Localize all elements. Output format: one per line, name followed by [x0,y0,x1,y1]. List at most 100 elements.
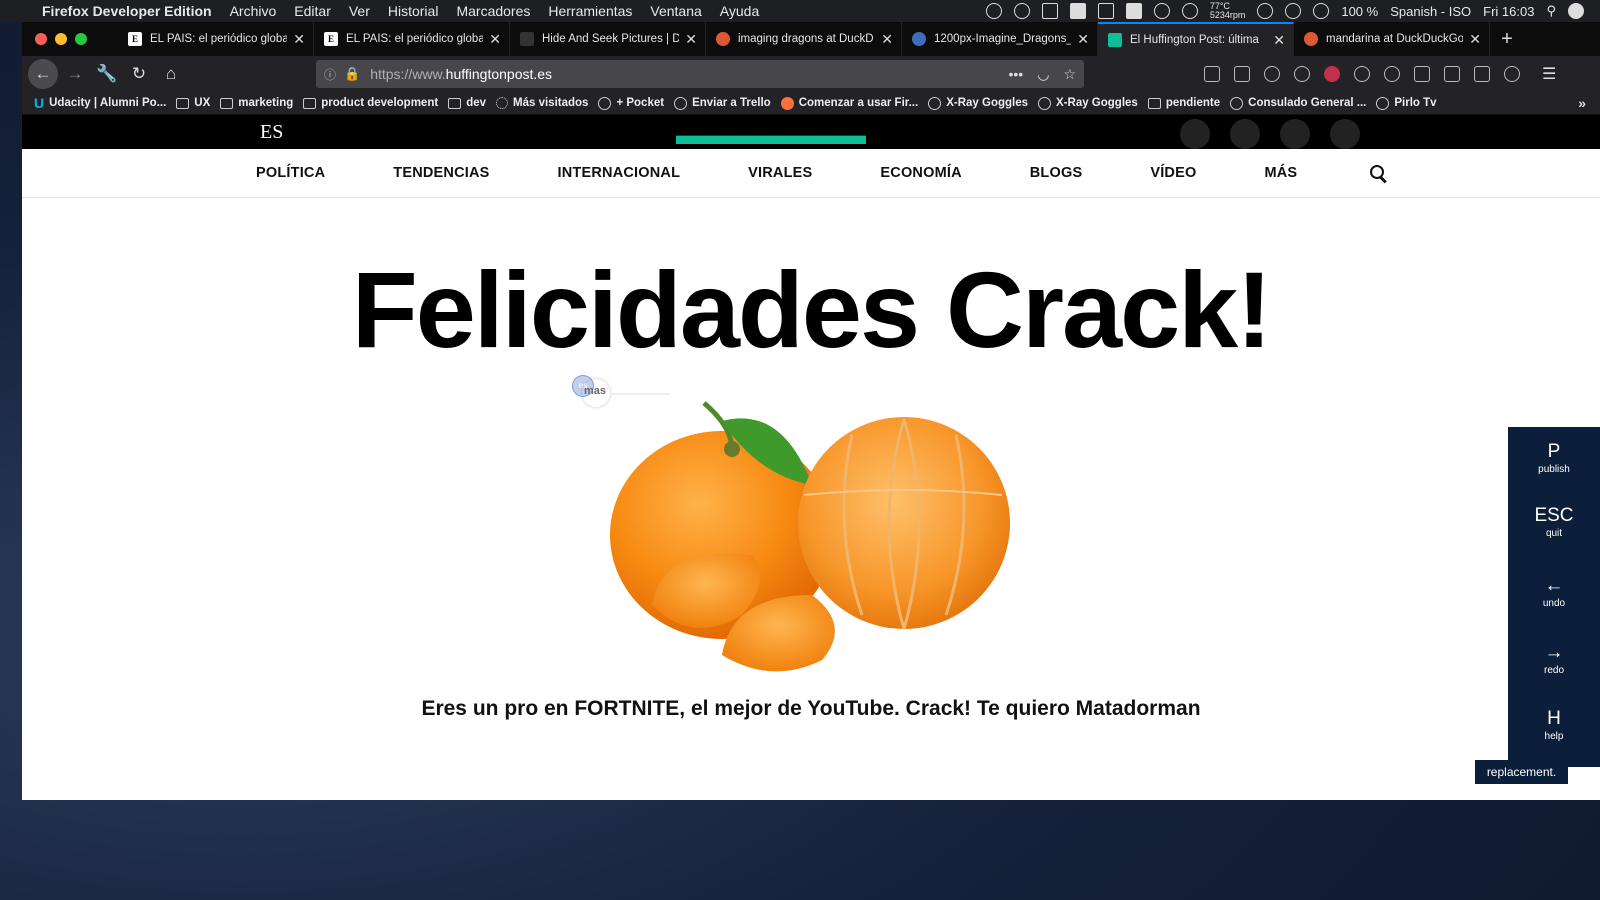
bookmark-trello[interactable]: Enviar a Trello [674,96,771,110]
close-tab-icon[interactable]: ✕ [685,31,697,48]
tab-huffpost[interactable]: El Huffington Post: última ✕ [1098,22,1294,56]
bookmark-folder-pendiente[interactable]: pendiente [1147,97,1220,109]
input-source[interactable]: Spanish - ISO [1390,4,1471,19]
search-icon[interactable] [1367,162,1389,184]
close-window-button[interactable] [35,33,47,45]
nav-tendencias[interactable]: TENDENCIAS [393,165,489,181]
bookmark-mas-visitados[interactable]: Más visitados [496,97,588,109]
layers-extension-icon[interactable] [1414,66,1430,82]
replacement-badge[interactable]: replacement. [1475,760,1568,784]
temperature-readout[interactable]: 77°C 5234rpm [1210,2,1246,20]
nav-internacional[interactable]: INTERNACIONAL [558,165,681,181]
airplay-icon[interactable] [1181,3,1198,19]
vue-devtools-icon[interactable] [1444,66,1460,82]
close-tab-icon[interactable]: ✕ [489,31,501,48]
status-white-icon[interactable] [1125,3,1142,19]
bookmark-folder-ux[interactable]: UX [176,97,210,109]
bookmark-pirlo-tv[interactable]: Pirlo Tv [1376,96,1437,110]
status-triangle-icon[interactable] [1153,3,1170,19]
tab-wiki-image[interactable]: 1200px-Imagine_Dragons_ ✕ [902,22,1098,56]
menu-editar[interactable]: Editar [294,3,331,19]
extension-icon[interactable] [1354,66,1370,82]
library-icon[interactable] [1204,66,1220,82]
siri-icon[interactable] [1568,3,1584,19]
edition-label[interactable]: ES [260,121,283,144]
dropbox-icon[interactable] [1041,3,1058,19]
wifi-icon[interactable] [1313,3,1330,19]
share-icon[interactable] [1330,119,1360,149]
bookmark-xray-2[interactable]: X-Ray Goggles [1038,96,1138,110]
minimize-window-button[interactable] [55,33,67,45]
menu-historial[interactable]: Historial [388,3,439,19]
back-button[interactable]: ← [28,59,58,89]
bookmarks-overflow-icon[interactable]: » [1578,95,1600,111]
close-tab-icon[interactable]: ✕ [1077,31,1089,48]
lock-icon[interactable]: 🔒 [344,66,360,82]
tab-ddg-mandarina[interactable]: mandarina at DuckDuckGo ✕ [1294,22,1490,56]
close-tab-icon[interactable]: ✕ [293,31,305,48]
menu-hamburger-icon[interactable]: ☰ [1542,64,1556,84]
timer-extension-icon[interactable] [1264,66,1280,82]
menu-herramientas[interactable]: Herramientas [548,3,632,19]
bookmark-star-icon[interactable]: ☆ [1063,66,1076,83]
skype-icon[interactable] [1257,3,1274,19]
status-cloud-icon[interactable] [1013,3,1030,19]
react-devtools-icon[interactable] [1384,66,1400,82]
tab-ddg-imaging-dragons[interactable]: imaging dragons at DuckD ✕ [706,22,902,56]
zoom-window-button[interactable] [75,33,87,45]
nav-economia[interactable]: ECONOMÍA [880,165,961,181]
menu-archivo[interactable]: Archivo [230,3,277,19]
menu-ver[interactable]: Ver [349,3,370,19]
close-tab-icon[interactable]: ✕ [1273,32,1285,49]
close-tab-icon[interactable]: ✕ [1469,31,1481,48]
extension-icon[interactable] [1474,66,1490,82]
status-app-icon[interactable] [985,3,1002,19]
sidebar-icon[interactable] [1234,66,1250,82]
app-name[interactable]: Firefox Developer Edition [42,3,212,19]
clock[interactable]: Fri 16:03 [1483,4,1534,19]
nav-politica[interactable]: POLÍTICA [256,165,325,181]
extension-icon[interactable] [1504,66,1520,82]
publish-button[interactable]: P publish [1508,441,1600,477]
bookmark-xray-1[interactable]: X-Ray Goggles [928,96,1028,110]
tab-elpais-2[interactable]: E EL PAÍS: el periódico global ✕ [314,22,510,56]
nav-virales[interactable]: VIRALES [748,165,812,181]
facebook-icon[interactable] [1180,119,1210,149]
menu-ventana[interactable]: Ventana [650,3,701,19]
menu-marcadores[interactable]: Marcadores [456,3,530,19]
quit-button[interactable]: ESC quit [1508,505,1600,541]
bluetooth-icon[interactable] [1285,3,1302,19]
undo-button[interactable]: ← undo [1508,575,1600,611]
home-button[interactable]: ⌂ [156,59,186,89]
spotlight-search-icon[interactable]: ⚲ [1546,3,1556,19]
record-extension-icon[interactable] [1324,66,1340,82]
menu-ayuda[interactable]: Ayuda [720,3,759,19]
nav-blogs[interactable]: BLOGS [1030,165,1083,181]
url-bar[interactable]: ⓘ 🔒 https://www. huffingtonpost.es ••• ◡ … [316,60,1084,88]
bookmark-pocket[interactable]: + Pocket [598,96,664,110]
reload-button[interactable]: ↻ [124,59,154,89]
forward-button[interactable]: → [60,59,90,89]
bookmark-folder-product-development[interactable]: product development [303,97,438,109]
nav-video[interactable]: VÍDEO [1150,165,1196,181]
instagram-icon[interactable] [1280,119,1310,149]
bookmark-folder-dev[interactable]: dev [448,97,486,109]
new-tab-button[interactable]: + [1490,22,1524,56]
status-s-icon[interactable] [1097,3,1114,19]
page-actions-icon[interactable]: ••• [1009,66,1024,83]
huffpost-logo[interactable]: ▬▬▬▬▬▬▬ [676,119,866,149]
bookmark-folder-marketing[interactable]: marketing [220,97,293,109]
redo-button[interactable]: → redo [1508,642,1600,678]
bookmark-firefox-start[interactable]: Comenzar a usar Fir... [780,96,918,110]
pocket-icon[interactable]: ◡ [1037,66,1049,83]
tab-hide-and-seek[interactable]: Hide And Seek Pictures | D ✕ [510,22,706,56]
bookmark-udacity[interactable]: U Udacity | Alumni Po... [34,95,166,111]
close-tab-icon[interactable]: ✕ [881,31,893,48]
extension-icon[interactable] [1294,66,1310,82]
help-button[interactable]: H help [1508,708,1600,744]
twitter-icon[interactable] [1230,119,1260,149]
wrench-icon[interactable]: 🔧 [92,59,122,89]
tab-elpais-1[interactable]: E EL PAÍS: el periódico global ✕ [118,22,314,56]
status-square-icon[interactable] [1069,3,1086,19]
bookmark-consulado[interactable]: Consulado General ... [1230,96,1366,110]
